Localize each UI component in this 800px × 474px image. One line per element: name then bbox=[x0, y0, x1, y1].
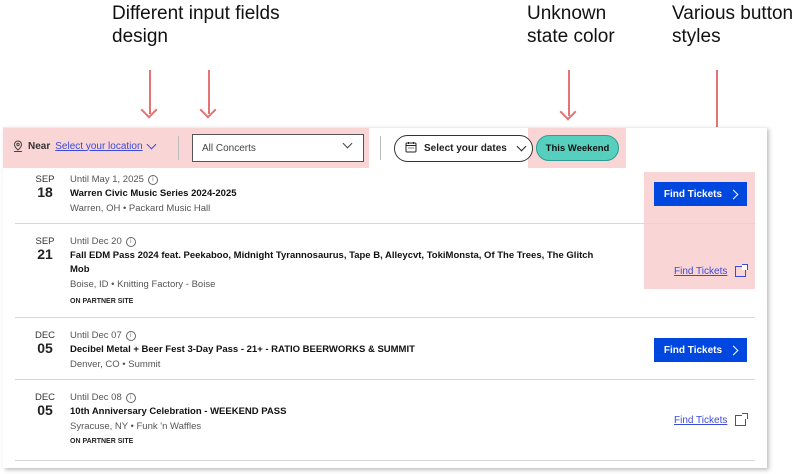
date-picker-button[interactable]: Select your dates bbox=[394, 135, 533, 162]
chevron-down-icon bbox=[342, 138, 353, 149]
event-day: 21 bbox=[37, 246, 53, 262]
event-until: Until May 1, 2025 i bbox=[70, 174, 610, 185]
chevron-down-icon bbox=[516, 141, 527, 152]
event-row: DEC 05 Until Dec 08 i 10th Anniversary Ce… bbox=[15, 380, 755, 461]
category-select-value: All Concerts bbox=[202, 142, 256, 154]
annotation-input-fields: Different input fields design bbox=[112, 3, 280, 47]
event-date: SEP 18 bbox=[30, 174, 60, 199]
near-label: Near bbox=[28, 140, 51, 152]
date-picker-label: Select your dates bbox=[424, 143, 507, 154]
chevron-down-icon bbox=[146, 139, 156, 149]
chevron-right-icon bbox=[728, 189, 739, 199]
event-info: Until Dec 07 i Decibel Metal + Beer Fest … bbox=[70, 330, 610, 370]
until-text: Until May 1, 2025 bbox=[70, 174, 144, 185]
event-venue: Boise, ID • Knitting Factory - Boise bbox=[70, 279, 216, 290]
until-text: Until Dec 07 bbox=[70, 330, 122, 341]
external-link-icon bbox=[735, 264, 749, 277]
arrow-icon bbox=[149, 70, 151, 114]
chevron-right-icon bbox=[728, 345, 739, 355]
event-date: DEC 05 bbox=[30, 330, 60, 355]
info-icon[interactable]: i bbox=[125, 392, 136, 403]
event-date: SEP 21 bbox=[30, 236, 60, 261]
partner-site-label: ON PARTNER SITE bbox=[70, 438, 134, 445]
filter-bar: Near Select your location All Concerts S… bbox=[3, 128, 767, 172]
event-date: DEC 05 bbox=[30, 392, 60, 417]
this-weekend-chip[interactable]: This Weekend bbox=[536, 135, 619, 161]
info-icon[interactable]: i bbox=[147, 174, 158, 185]
arrow-icon bbox=[208, 70, 210, 114]
annotation-button-styles: Various button styles bbox=[672, 3, 794, 47]
find-tickets-link[interactable]: Find Tickets bbox=[674, 264, 749, 277]
event-venue: Warren, OH • Packard Music Hall bbox=[70, 203, 211, 214]
event-info: Until May 1, 2025 i Warren Civic Music Se… bbox=[70, 174, 610, 214]
calendar-icon bbox=[405, 141, 417, 156]
event-day: 05 bbox=[37, 340, 53, 356]
external-link-icon bbox=[735, 413, 749, 426]
event-until: Until Dec 07 i bbox=[70, 330, 610, 341]
event-info: Until Dec 08 i 10th Anniversary Celebrati… bbox=[70, 392, 610, 445]
find-tickets-link[interactable]: Find Tickets bbox=[674, 413, 749, 426]
event-day: 05 bbox=[37, 402, 53, 418]
divider bbox=[380, 136, 381, 160]
location-link[interactable]: Select your location bbox=[55, 141, 142, 152]
info-icon[interactable]: i bbox=[125, 330, 136, 341]
map-pin-icon bbox=[13, 140, 23, 152]
event-row: SEP 18 Until May 1, 2025 i Warren Civic M… bbox=[15, 172, 755, 224]
arrow-icon bbox=[568, 70, 570, 116]
info-icon[interactable]: i bbox=[125, 236, 136, 247]
event-title[interactable]: Warren Civic Music Series 2024-2025 bbox=[70, 187, 610, 201]
find-tickets-button[interactable]: Find Tickets bbox=[654, 338, 747, 362]
event-info: Until Dec 20 i Fall EDM Pass 2024 feat. P… bbox=[70, 236, 610, 305]
find-tickets-button[interactable]: Find Tickets bbox=[654, 182, 747, 206]
event-row: SEP 21 Until Dec 20 i Fall EDM Pass 2024 … bbox=[15, 224, 755, 318]
event-title[interactable]: Decibel Metal + Beer Fest 3-Day Pass - 2… bbox=[70, 343, 610, 357]
event-row: DEC 05 Until Dec 07 i Decibel Metal + Bee… bbox=[15, 318, 755, 380]
until-text: Until Dec 20 bbox=[70, 236, 122, 247]
button-label: Find Tickets bbox=[663, 188, 723, 200]
event-title[interactable]: 10th Anniversary Celebration - WEEKEND P… bbox=[70, 405, 610, 419]
partner-site-label: ON PARTNER SITE bbox=[70, 298, 134, 305]
link-label: Find Tickets bbox=[674, 415, 728, 426]
event-until: Until Dec 20 i bbox=[70, 236, 610, 247]
event-until: Until Dec 08 i bbox=[70, 392, 610, 403]
link-label: Find Tickets bbox=[674, 266, 728, 277]
button-label: Find Tickets bbox=[663, 344, 723, 356]
event-venue: Denver, CO • Summit bbox=[70, 359, 161, 370]
event-listing-panel: Near Select your location All Concerts S… bbox=[3, 127, 767, 468]
until-text: Until Dec 08 bbox=[70, 392, 122, 403]
event-title[interactable]: Fall EDM Pass 2024 feat. Peekaboo, Midni… bbox=[70, 249, 610, 277]
annotation-state-color: Unknown state color bbox=[527, 3, 615, 47]
category-select[interactable]: All Concerts bbox=[192, 134, 364, 162]
event-day: 18 bbox=[37, 184, 53, 200]
event-venue: Syracuse, NY • Funk 'n Waffles bbox=[70, 421, 202, 432]
location-filter[interactable]: Near Select your location bbox=[13, 139, 156, 152]
divider bbox=[178, 136, 179, 160]
